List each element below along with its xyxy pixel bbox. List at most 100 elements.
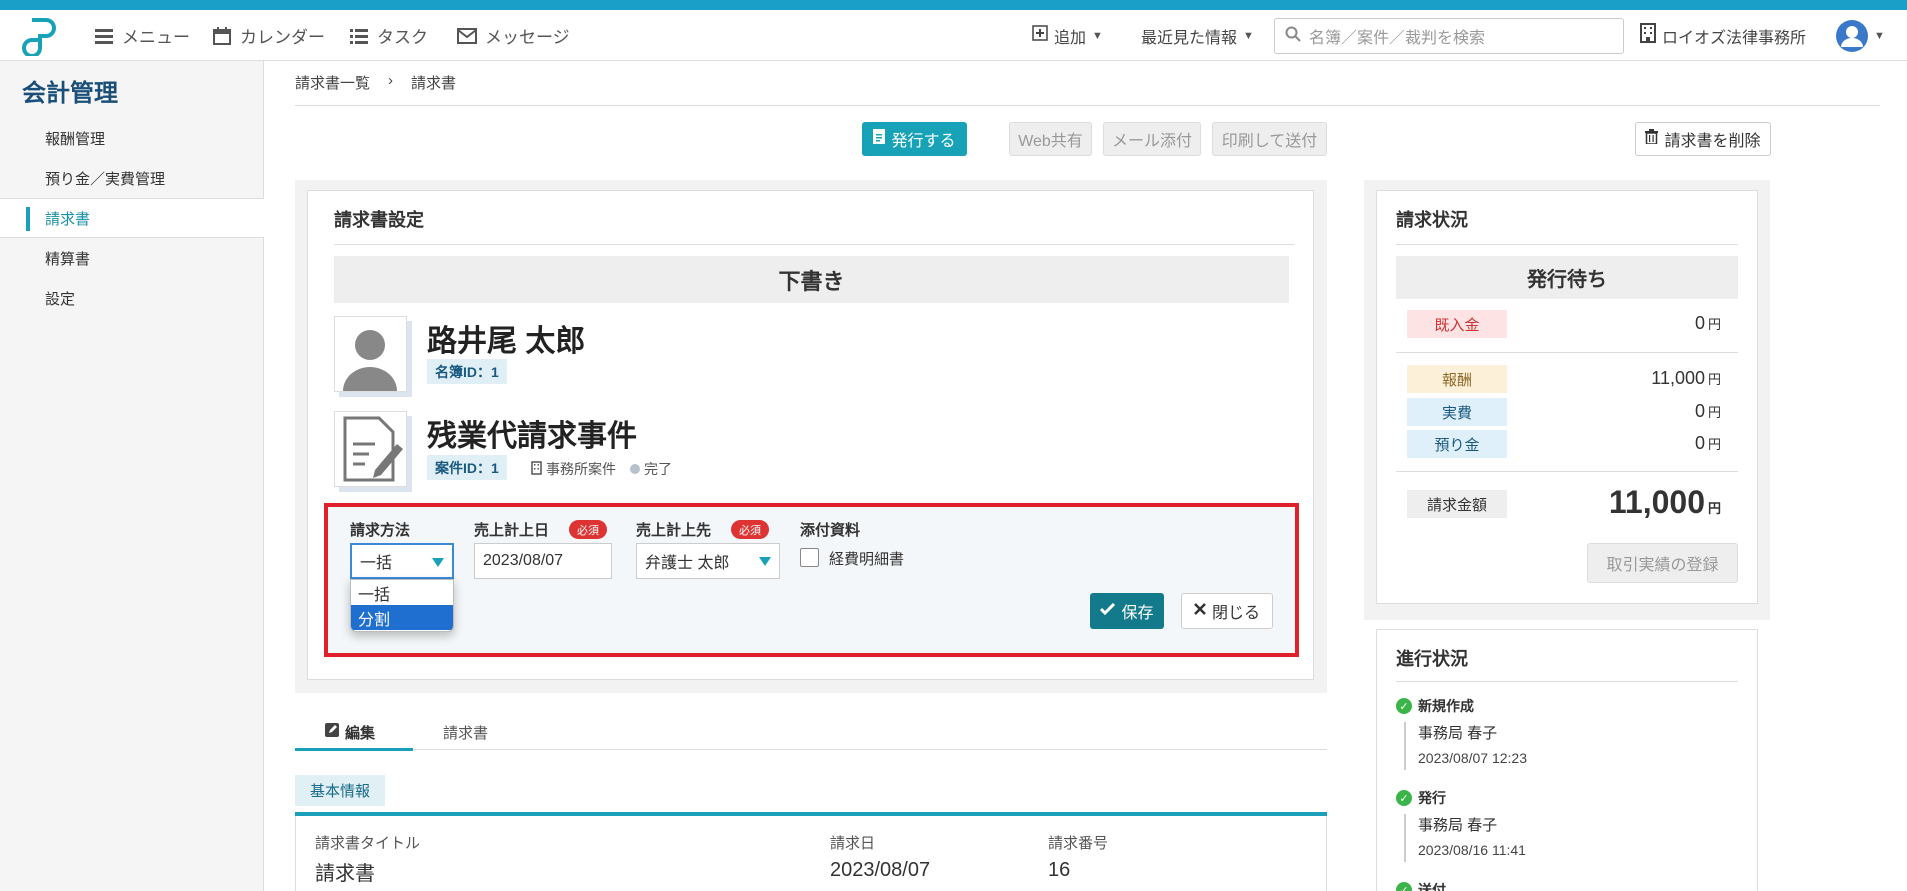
progress-step-user: 事務局 春子 xyxy=(1418,817,1498,834)
invoice-number-value: 16 xyxy=(1048,859,1071,881)
search-placeholder: 名簿／案件／裁判を検索 xyxy=(1309,30,1486,47)
progress-title: 進行状況 xyxy=(1396,649,1468,669)
office-name: ロイオズ法律事務所 xyxy=(1662,29,1807,47)
nav-tasks[interactable]: タスク xyxy=(349,10,428,61)
tab-edit[interactable]: 編集 xyxy=(325,715,375,749)
expense-detail-checkbox[interactable] xyxy=(800,548,819,567)
breadcrumb-current: 請求書 xyxy=(411,75,457,92)
chevron-down-icon: ▼ xyxy=(1092,29,1103,42)
breadcrumb: 請求書一覧 › 請求書 xyxy=(295,72,456,93)
invoice-title-value: 請求書 xyxy=(315,863,375,885)
required-badge: 必須 xyxy=(569,520,607,539)
delete-invoice-button[interactable]: 請求書を削除 xyxy=(1635,122,1771,156)
expense-detail-label[interactable]: 経費明細書 xyxy=(829,548,904,569)
register-transaction-button[interactable]: 取引実績の登録 xyxy=(1587,543,1738,583)
total-chip: 請求金額 xyxy=(1407,490,1507,518)
status-dot-icon xyxy=(630,464,640,474)
deposit-value: 0 xyxy=(1694,433,1705,453)
sidebar-item-label: 報酬管理 xyxy=(45,130,106,148)
active-tab-indicator xyxy=(295,748,413,751)
sidebar-item-label: 精算書 xyxy=(45,250,91,268)
sales-target-select[interactable]: 弁護士 太郎 xyxy=(636,543,780,579)
building-icon xyxy=(531,460,542,478)
app-logo-icon[interactable] xyxy=(18,16,60,58)
issue-button-label: 発行する xyxy=(891,133,956,150)
method-dropdown: 一括 分割 xyxy=(350,579,454,632)
sales-date-input[interactable]: 2023/08/07 xyxy=(474,543,612,579)
progress-step: ✓ 発行 xyxy=(1396,788,1446,808)
expense-chip: 実費 xyxy=(1407,398,1507,426)
task-list-icon xyxy=(349,26,369,46)
global-search-input[interactable]: 名簿／案件／裁判を検索 xyxy=(1274,18,1624,54)
progress-step-time: 2023/08/07 12:23 xyxy=(1418,750,1527,766)
case-name[interactable]: 残業代請求事件 xyxy=(427,411,637,455)
case-status: 完了 xyxy=(630,459,672,479)
add-menu[interactable]: 追加 ▼ xyxy=(1032,10,1103,61)
sidebar-item-settlements[interactable]: 精算書 xyxy=(0,238,264,278)
divider xyxy=(295,749,1327,750)
breadcrumb-parent-link[interactable]: 請求書一覧 xyxy=(295,72,370,93)
user-avatar-icon[interactable] xyxy=(1836,20,1868,52)
client-name[interactable]: 路井尾 太郎 xyxy=(427,316,585,360)
chevron-down-icon[interactable]: ▼ xyxy=(1874,30,1885,42)
web-share-label: Web共有 xyxy=(1018,133,1083,150)
sidebar-item-label: 設定 xyxy=(45,290,76,308)
sidebar-item-fees[interactable]: 報酬管理 xyxy=(0,118,264,158)
progress-step-detail: 事務局 春子 2023/08/16 11:41 xyxy=(1404,814,1526,862)
basic-info-heading: 基本情報 xyxy=(295,775,386,806)
plus-square-icon xyxy=(1032,25,1048,46)
sidebar-item-invoices[interactable]: 請求書 xyxy=(0,198,264,238)
nav-menu[interactable]: メニュー xyxy=(94,10,190,61)
app-header: メニュー カレンダー タスク メッセージ 追加 ▼ 最近見た情報 ▼ 名簿／案件… xyxy=(0,10,1907,61)
dropdown-arrow-icon xyxy=(759,557,771,566)
progress-step-time: 2023/08/16 11:41 xyxy=(1418,842,1526,858)
check-circle-icon: ✓ xyxy=(1396,698,1412,714)
recent-menu[interactable]: 最近見た情報 ▼ xyxy=(1141,10,1254,61)
breadcrumb-separator: › xyxy=(388,72,394,89)
invoice-date-value: 2023/08/07 xyxy=(830,859,931,881)
invoice-title-label: 請求書タイトル xyxy=(315,835,421,852)
progress-step-label: 新規作成 xyxy=(1418,698,1474,714)
received-value: 0 xyxy=(1694,313,1705,333)
close-button[interactable]: 閉じる xyxy=(1181,593,1273,629)
office-selector[interactable]: ロイオズ法律事務所 xyxy=(1640,10,1806,61)
nav-calendar[interactable]: カレンダー xyxy=(212,10,325,61)
nav-messages[interactable]: メッセージ xyxy=(457,10,570,61)
issue-button[interactable]: 発行する xyxy=(862,122,967,156)
progress-step-label: 送付 xyxy=(1418,882,1446,891)
attachments-label: 添付資料 xyxy=(800,522,861,539)
yen-unit: 円 xyxy=(1707,317,1721,332)
nav-messages-label: メッセージ xyxy=(485,28,570,47)
top-accent-bar xyxy=(0,0,1907,10)
divider xyxy=(295,105,1880,106)
progress-step: ✓ 送付 xyxy=(1396,880,1446,891)
invoice-number-label: 請求番号 xyxy=(1048,835,1109,852)
pencil-icon xyxy=(325,723,339,741)
save-button[interactable]: 保存 xyxy=(1090,593,1164,629)
building-icon xyxy=(1640,23,1656,48)
invoice-date-label: 請求日 xyxy=(830,835,876,852)
method-select[interactable]: 一括 xyxy=(350,543,454,579)
case-status-label: 完了 xyxy=(644,461,672,477)
tab-invoice[interactable]: 請求書 xyxy=(443,715,488,749)
method-option[interactable]: 一括 xyxy=(351,580,453,605)
mail-attach-button[interactable]: メール添付 xyxy=(1103,122,1201,156)
fee-amount: 11,000 円 xyxy=(1651,368,1721,389)
yen-unit: 円 xyxy=(1707,405,1721,420)
method-label: 請求方法 xyxy=(350,522,411,539)
chevron-down-icon: ▼ xyxy=(1243,29,1254,42)
print-send-button[interactable]: 印刷して送付 xyxy=(1212,122,1327,156)
document-icon xyxy=(873,129,886,149)
case-type-label: 事務所案件 xyxy=(546,461,616,477)
method-option[interactable]: 分割 xyxy=(351,605,453,630)
sidebar-item-settings[interactable]: 設定 xyxy=(0,278,264,318)
envelope-icon xyxy=(457,26,477,46)
web-share-button[interactable]: Web共有 xyxy=(1009,122,1092,156)
expense-value: 0 xyxy=(1694,401,1705,421)
sidebar-item-label: 預り金／実費管理 xyxy=(45,170,166,188)
check-icon xyxy=(1100,602,1116,620)
method-select-value: 一括 xyxy=(360,555,393,572)
deposit-chip: 預り金 xyxy=(1407,430,1507,458)
sidebar-item-deposits[interactable]: 預り金／実費管理 xyxy=(0,158,264,198)
client-id-badge: 名簿ID：1 xyxy=(427,359,507,384)
